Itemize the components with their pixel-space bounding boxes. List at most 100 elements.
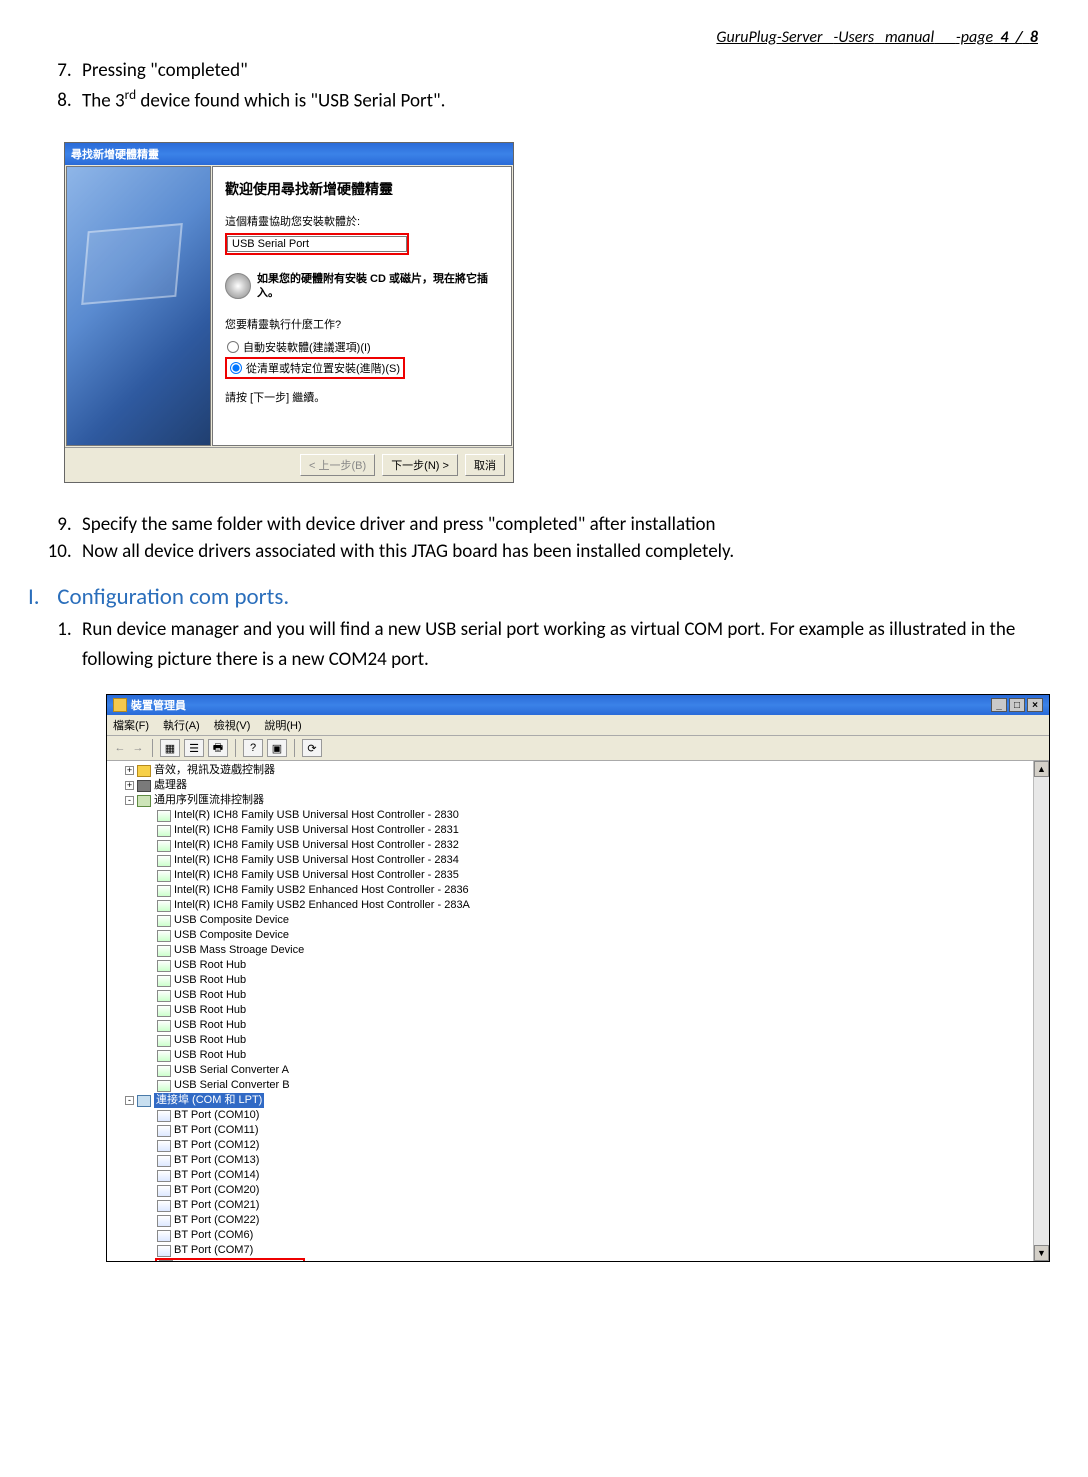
wizard-side-banner bbox=[66, 166, 211, 446]
usb-device-item[interactable]: USB Mass Stroage Device bbox=[111, 943, 1049, 958]
usb-device-icon bbox=[157, 975, 171, 987]
device-name-field: USB Serial Port bbox=[227, 236, 407, 252]
usb-device-item[interactable]: USB Composite Device bbox=[111, 928, 1049, 943]
com-port-item[interactable]: BT Port (COM7) bbox=[111, 1243, 1049, 1258]
toolbar-btn-5[interactable]: ▣ bbox=[267, 739, 287, 757]
usb-device-item[interactable]: Intel(R) ICH8 Family USB Universal Host … bbox=[111, 868, 1049, 883]
com-port-item[interactable]: BT Port (COM22) bbox=[111, 1213, 1049, 1228]
toolbar-btn-1[interactable]: ▦ bbox=[160, 739, 180, 757]
usb-device-icon bbox=[157, 870, 171, 882]
cat-cpu[interactable]: +處理器 bbox=[111, 778, 1049, 793]
step-9: Specify the same folder with device driv… bbox=[76, 513, 1048, 536]
dm-menubar: 檔案(F) 執行(A) 檢視(V) 說明(H) bbox=[107, 715, 1049, 736]
dm-tree[interactable]: +音效，視訊及遊戲控制器 +處理器 -通用序列匯流排控制器 Intel(R) I… bbox=[107, 761, 1049, 1261]
radio-auto-input[interactable] bbox=[227, 341, 239, 353]
com-port-item[interactable]: BT Port (COM13) bbox=[111, 1153, 1049, 1168]
section-step-1: Run device manager and you will find a n… bbox=[76, 615, 1048, 674]
next-button[interactable]: 下一步(N) > bbox=[382, 454, 458, 476]
usb-device-item[interactable]: USB Root Hub bbox=[111, 1018, 1049, 1033]
minimize-button[interactable]: _ bbox=[991, 698, 1007, 712]
com-port-item[interactable]: BT Port (COM10) bbox=[111, 1108, 1049, 1123]
maximize-button[interactable]: □ bbox=[1009, 698, 1025, 712]
menu-view[interactable]: 檢視(V) bbox=[214, 717, 251, 733]
menu-action[interactable]: 執行(A) bbox=[163, 717, 200, 733]
cat-sound[interactable]: +音效，視訊及遊戲控制器 bbox=[111, 763, 1049, 778]
cat-ports[interactable]: -連接埠 (COM 和 LPT) bbox=[111, 1093, 1049, 1108]
wizard-titlebar: 尋找新增硬體精靈 bbox=[65, 143, 513, 165]
usb-device-item[interactable]: USB Serial Converter A bbox=[111, 1063, 1049, 1078]
nav-forward-button[interactable]: → bbox=[131, 739, 145, 757]
back-button[interactable]: < 上一步(B) bbox=[300, 454, 375, 476]
usb-device-item[interactable]: Intel(R) ICH8 Family USB2 Enhanced Host … bbox=[111, 883, 1049, 898]
usb-device-item[interactable]: USB Root Hub bbox=[111, 1003, 1049, 1018]
cancel-button[interactable]: 取消 bbox=[465, 454, 505, 476]
toolbar-btn-3[interactable]: 🖶 bbox=[208, 739, 228, 757]
com-port-item[interactable]: BT Port (COM20) bbox=[111, 1183, 1049, 1198]
usb-device-item[interactable]: USB Serial Converter B bbox=[111, 1078, 1049, 1093]
radio-auto-install[interactable]: 自動安裝軟體(建議選項)(I) bbox=[225, 338, 499, 356]
toolbar-btn-4[interactable]: ? bbox=[243, 739, 263, 757]
menu-file[interactable]: 檔案(F) bbox=[113, 717, 149, 733]
usb-device-icon bbox=[157, 915, 171, 927]
nav-back-button[interactable]: ← bbox=[113, 739, 127, 757]
usb-device-icon bbox=[157, 960, 171, 972]
com-port-item[interactable]: BT Port (COM12) bbox=[111, 1138, 1049, 1153]
radio-list-input[interactable] bbox=[230, 362, 242, 374]
device-manager-window: 裝置管理員 _ □ × 檔案(F) 執行(A) 檢視(V) 說明(H) ← → … bbox=[106, 694, 1050, 1262]
usb-device-item[interactable]: USB Root Hub bbox=[111, 1048, 1049, 1063]
toolbar-btn-2[interactable]: ☰ bbox=[184, 739, 204, 757]
sound-icon bbox=[137, 765, 151, 777]
usb-icon bbox=[137, 795, 151, 807]
com-port-item[interactable]: BT Port (COM11) bbox=[111, 1123, 1049, 1138]
press-next-text: 請按 [下一步] 繼續。 bbox=[225, 389, 499, 405]
wizard-button-bar: < 上一步(B) 下一步(N) > 取消 bbox=[65, 447, 513, 482]
usb-device-item[interactable]: USB Composite Device bbox=[111, 913, 1049, 928]
tree-scrollbar[interactable]: ▲ ▼ bbox=[1033, 761, 1049, 1261]
usb-serial-port-highlight[interactable]: USB Serial Port (COM24) bbox=[155, 1258, 305, 1261]
com-port-item[interactable]: BT Port (COM21) bbox=[111, 1198, 1049, 1213]
instruction-list-top: Pressing "completed" The 3rd device foun… bbox=[28, 59, 1048, 112]
usb-device-item[interactable]: Intel(R) ICH8 Family USB Universal Host … bbox=[111, 823, 1049, 838]
usb-device-icon bbox=[157, 1035, 171, 1047]
toolbar-btn-6[interactable]: ⟳ bbox=[302, 739, 322, 757]
com-port-item[interactable]: BT Port (COM14) bbox=[111, 1168, 1049, 1183]
port-icon bbox=[159, 1260, 173, 1261]
ports-icon bbox=[137, 1095, 151, 1107]
usb-device-icon bbox=[157, 810, 171, 822]
usb-device-icon bbox=[157, 825, 171, 837]
usb-device-item[interactable]: USB Root Hub bbox=[111, 988, 1049, 1003]
port-icon bbox=[157, 1245, 171, 1257]
usb-device-icon bbox=[157, 945, 171, 957]
port-icon bbox=[157, 1155, 171, 1167]
menu-help[interactable]: 說明(H) bbox=[264, 717, 301, 733]
wizard-heading: 歡迎使用尋找新增硬體精靈 bbox=[225, 179, 499, 199]
step-10: Now all device drivers associated with t… bbox=[76, 540, 1048, 563]
usb-device-item[interactable]: USB Root Hub bbox=[111, 1033, 1049, 1048]
usb-device-item[interactable]: Intel(R) ICH8 Family USB Universal Host … bbox=[111, 808, 1049, 823]
dm-title: 裝置管理員 bbox=[131, 697, 186, 713]
instruction-list-bottom: Specify the same folder with device driv… bbox=[28, 513, 1048, 563]
step-8: The 3rd device found which is "USB Seria… bbox=[76, 86, 1048, 112]
usb-device-icon bbox=[157, 1020, 171, 1032]
usb-device-item[interactable]: USB Root Hub bbox=[111, 973, 1049, 988]
usb-device-item[interactable]: Intel(R) ICH8 Family USB Universal Host … bbox=[111, 838, 1049, 853]
radio-list-highlight: 從清單或特定位置安裝(進階)(S) bbox=[225, 357, 405, 379]
usb-device-item[interactable]: Intel(R) ICH8 Family USB Universal Host … bbox=[111, 853, 1049, 868]
cpu-icon bbox=[137, 780, 151, 792]
usb-device-item[interactable]: USB Root Hub bbox=[111, 958, 1049, 973]
port-icon bbox=[157, 1230, 171, 1242]
usb-device-item[interactable]: Intel(R) ICH8 Family USB2 Enhanced Host … bbox=[111, 898, 1049, 913]
radio-list-install[interactable]: 從清單或特定位置安裝(進階)(S) bbox=[228, 359, 402, 377]
usb-device-icon bbox=[157, 990, 171, 1002]
scroll-down-button[interactable]: ▼ bbox=[1034, 1245, 1049, 1261]
port-icon bbox=[157, 1200, 171, 1212]
scroll-up-button[interactable]: ▲ bbox=[1034, 761, 1049, 777]
cat-usb[interactable]: -通用序列匯流排控制器 bbox=[111, 793, 1049, 808]
dm-app-icon bbox=[113, 698, 127, 712]
wizard-intro: 這個精靈協助您安裝軟體於: bbox=[225, 213, 499, 229]
usb-device-icon bbox=[157, 1050, 171, 1062]
close-button[interactable]: × bbox=[1027, 698, 1043, 712]
usb-device-icon bbox=[157, 1080, 171, 1092]
com-port-item[interactable]: BT Port (COM6) bbox=[111, 1228, 1049, 1243]
wizard-question: 您要精靈執行什麼工作? bbox=[225, 316, 499, 332]
